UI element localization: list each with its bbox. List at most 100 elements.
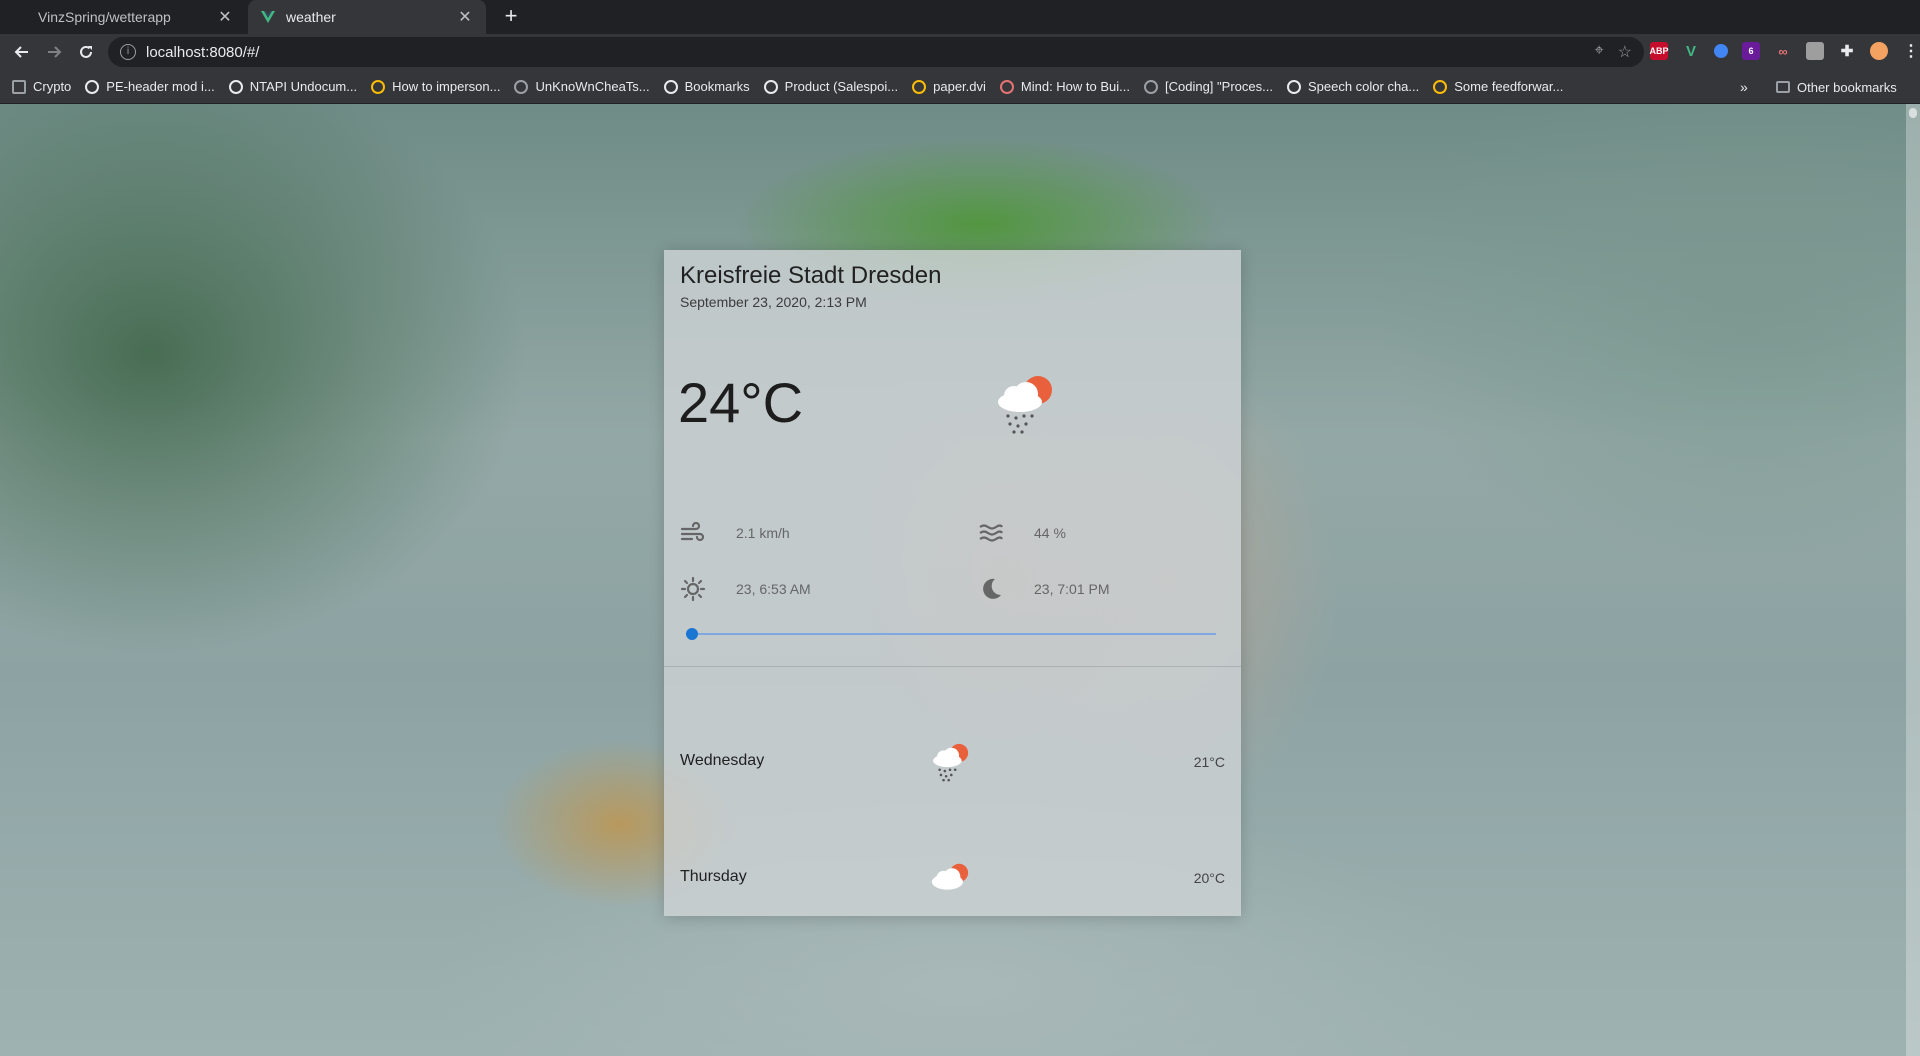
folder-icon [12, 79, 26, 94]
divider [664, 666, 1241, 667]
slider-track[interactable] [686, 633, 1216, 635]
tab-title: VinzSpring/wetterapp [38, 9, 171, 25]
bookmark-item[interactable]: Mind: How to Bui... [999, 79, 1130, 94]
humidity-stat: 44 % [978, 520, 1066, 546]
globe-icon [85, 79, 100, 94]
bookmark-item[interactable]: Some feedforwar... [1433, 79, 1563, 94]
globe-icon [1433, 79, 1448, 94]
sunset-value: 23, 7:01 PM [1034, 581, 1110, 597]
bookmarks-bar: Crypto PE-header mod i... NTAPI Undocum...… [0, 70, 1920, 104]
bookmark-label: paper.dvi [933, 79, 986, 94]
site-info-icon[interactable]: i [120, 44, 136, 60]
humidity-waves-icon [979, 524, 1003, 542]
ext-glasses-icon[interactable]: ∞ [1774, 42, 1792, 60]
scrollbar-thumb[interactable] [1909, 108, 1917, 118]
extensions-area: ABP V 6 ∞ ✚ ⋮ [1650, 42, 1920, 60]
menu-kebab-icon[interactable]: ⋮ [1902, 42, 1920, 60]
globe-icon [1286, 79, 1301, 94]
wind-stat: 2.1 km/h [680, 520, 790, 546]
bookmark-item[interactable]: UnKnoWnCheaTs... [514, 79, 650, 94]
back-button[interactable] [6, 36, 38, 68]
sunset-stat: 23, 7:01 PM [978, 576, 1110, 602]
page-scrollbar[interactable] [1906, 104, 1920, 1056]
weather-card: Kreisfreie Stadt Dresden September 23, 2… [664, 250, 1241, 916]
globe-icon [763, 79, 778, 94]
back-arrow-icon [14, 46, 28, 58]
bookmark-item[interactable]: How to imperson... [371, 79, 500, 94]
bookmark-item[interactable]: PE-header mod i... [85, 79, 215, 94]
github-icon [12, 9, 28, 25]
globe-icon [514, 79, 529, 94]
page-content: Kreisfreie Stadt Dresden September 23, 2… [0, 104, 1920, 1056]
bookmark-label: UnKnoWnCheaTs... [535, 79, 650, 94]
sun-icon [680, 576, 706, 602]
bookmark-label: NTAPI Undocum... [249, 79, 358, 94]
globe-icon [912, 79, 927, 94]
profile-avatar-icon[interactable] [1870, 42, 1888, 60]
moon-icon [983, 578, 1001, 599]
bookmark-item[interactable]: NTAPI Undocum... [228, 79, 358, 94]
tab-strip: VinzSpring/wetterapp ✕ weather ✕ + [0, 0, 1920, 34]
wind-value: 2.1 km/h [736, 525, 790, 541]
bookmark-label: How to imperson... [392, 79, 501, 94]
tab-github[interactable]: VinzSpring/wetterapp ✕ [0, 0, 246, 34]
bookmark-label: Bookmarks [684, 79, 750, 94]
tab-weather[interactable]: weather ✕ [248, 0, 486, 34]
bookmark-label: Crypto [33, 79, 72, 94]
bookmark-item[interactable]: Speech color cha... [1286, 79, 1420, 94]
location-icon[interactable]: ⌖ [1595, 42, 1604, 62]
bookmark-label: Product (Salespoi... [784, 79, 899, 94]
abp-icon[interactable]: ABP [1650, 42, 1669, 60]
forecast-row[interactable]: Wednesday 21°C [664, 736, 1241, 786]
close-tab-icon[interactable]: ✕ [456, 7, 474, 27]
close-tab-icon[interactable]: ✕ [216, 7, 234, 27]
bookmark-item[interactable]: Crypto [12, 79, 71, 94]
forecast-temp: 20°C [1193, 870, 1225, 886]
new-tab-button[interactable]: + [498, 4, 524, 30]
bookmark-label: [Coding] "Proces... [1165, 79, 1273, 94]
globe-icon [371, 79, 386, 94]
current-temperature: 24°C [678, 371, 804, 434]
browser-toolbar: i localhost:8080/#/ ⌖ ☆ ABP V 6 ∞ ✚ ⋮ [0, 34, 1920, 70]
forecast-temp: 21°C [1193, 754, 1225, 770]
bookmark-star-icon[interactable]: ☆ [1618, 42, 1632, 62]
bookmark-label: Some feedforwar... [1454, 79, 1564, 94]
date-time: September 23, 2020, 2:13 PM [680, 294, 867, 310]
bookmark-item[interactable]: Product (Salespoi... [763, 79, 899, 94]
forward-arrow-icon [48, 46, 62, 58]
other-bookmarks-folder[interactable]: Other bookmarks [1776, 70, 1897, 104]
city-name: Kreisfreie Stadt Dresden [680, 262, 942, 289]
reload-button[interactable] [70, 36, 102, 68]
other-bookmarks-label: Other bookmarks [1797, 79, 1897, 95]
bookmark-item[interactable]: [Coding] "Proces... [1144, 79, 1273, 94]
address-bar[interactable]: i localhost:8080/#/ ⌖ ☆ [108, 37, 1644, 67]
bookmark-label: Speech color cha... [1307, 79, 1420, 94]
vue-devtools-icon[interactable]: V [1682, 42, 1700, 60]
ext-square-icon[interactable] [1806, 42, 1824, 60]
forecast-day: Wednesday [680, 752, 765, 769]
forecast-row[interactable]: Thursday 20°C [664, 852, 1241, 902]
ext-badge-icon[interactable]: 6 [1742, 42, 1760, 60]
globe-icon [228, 79, 243, 94]
cloud-sun-icon [931, 863, 969, 890]
tab-title: weather [286, 9, 336, 25]
sunrise-value: 23, 6:53 AM [736, 581, 811, 597]
more-bookmarks-button[interactable]: » [1740, 79, 1748, 95]
sunrise-stat: 23, 6:53 AM [680, 576, 811, 602]
vue-icon [260, 9, 276, 25]
url-text: localhost:8080/#/ [146, 43, 260, 61]
folder-icon [1776, 81, 1790, 93]
slider-thumb[interactable] [686, 628, 698, 640]
time-slider[interactable] [686, 626, 1216, 642]
forecast-day: Thursday [680, 868, 747, 885]
star-icon [663, 79, 678, 94]
extensions-puzzle-icon[interactable]: ✚ [1838, 42, 1856, 60]
bookmark-label: Mind: How to Bui... [1020, 79, 1130, 94]
forward-button[interactable] [38, 36, 70, 68]
ext-circle-icon[interactable] [1714, 44, 1728, 58]
bookmark-item[interactable]: paper.dvi [912, 79, 986, 94]
bookmark-item[interactable]: Bookmarks [663, 79, 750, 94]
globe-icon [999, 79, 1014, 94]
humidity-value: 44 % [1034, 525, 1066, 541]
rain-cloud-sun-icon [998, 376, 1052, 434]
